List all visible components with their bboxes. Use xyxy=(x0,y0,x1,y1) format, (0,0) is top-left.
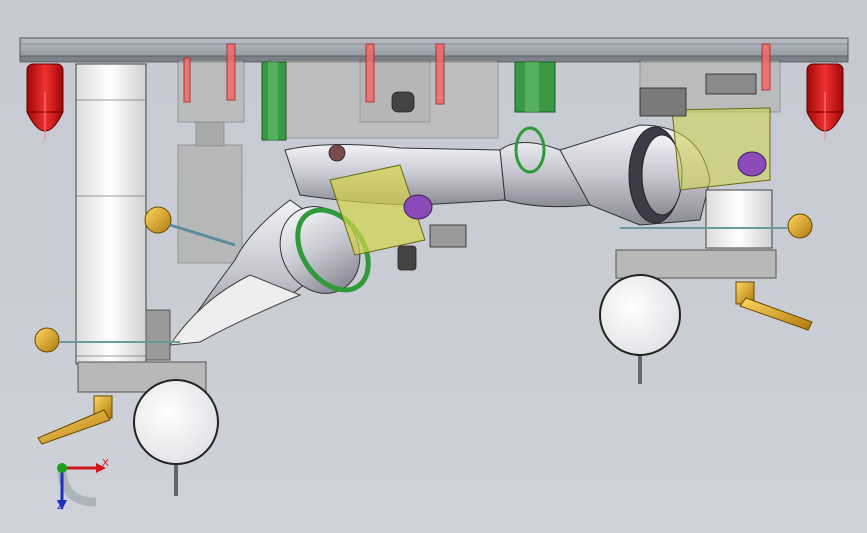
gold-lever-right[interactable] xyxy=(735,281,813,331)
green-locator-left[interactable] xyxy=(261,61,287,141)
x-axis-label: X xyxy=(102,458,109,469)
red-stop-left[interactable] xyxy=(26,63,64,140)
purple-pin-right[interactable] xyxy=(737,151,767,177)
z-axis-label: Z xyxy=(57,501,64,512)
gauge-dial-right[interactable] xyxy=(599,274,681,384)
green-locator-center[interactable] xyxy=(514,61,556,113)
gold-lever-left[interactable] xyxy=(37,395,113,445)
purple-pin-left[interactable] xyxy=(403,194,433,220)
yellow-clamp-right[interactable] xyxy=(671,107,771,191)
transparent-block-center[interactable] xyxy=(269,59,499,139)
fixture-assembly-model[interactable] xyxy=(0,0,867,533)
red-stop-right[interactable] xyxy=(806,63,844,140)
cad-viewport[interactable]: X Z xyxy=(0,0,867,533)
base-plate[interactable] xyxy=(19,37,849,63)
left-support-column[interactable] xyxy=(75,63,147,365)
gauge-dial-left[interactable] xyxy=(133,379,219,496)
